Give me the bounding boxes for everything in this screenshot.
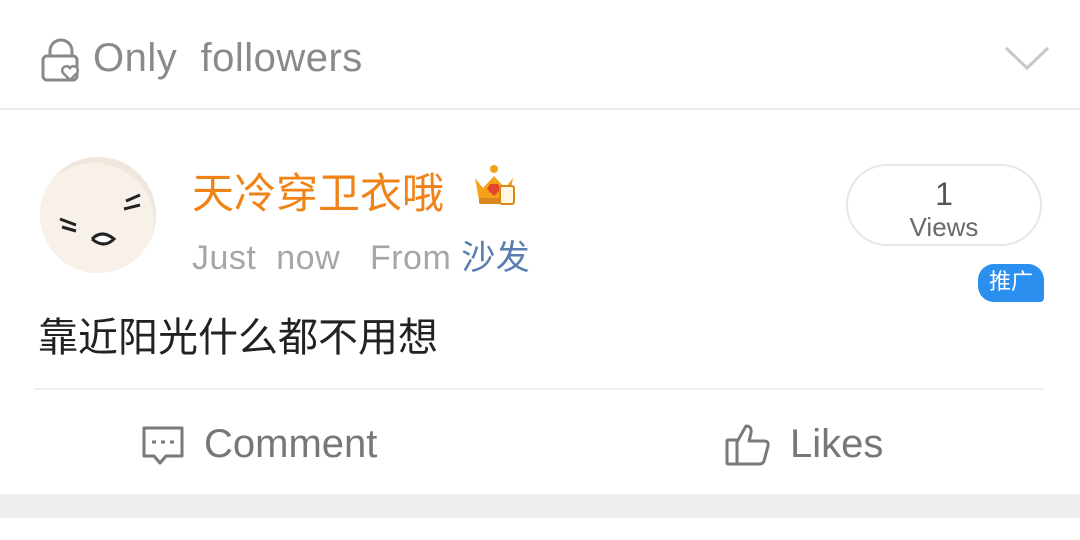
bottom-divider-band [0,494,1080,518]
comment-icon [142,426,184,465]
lock-heart-icon [41,38,79,82]
thumbs-up-icon [725,424,770,466]
visibility-selector[interactable]: Only followers [0,0,1080,110]
views-label: Views [909,212,979,242]
views-counter[interactable]: 1 Views [846,164,1042,246]
post-meta: Just now From 沙发 [192,230,530,279]
username[interactable]: 天冷穿卫衣哦 [192,160,444,221]
from-label: From [369,239,452,277]
divider [34,388,1044,390]
crown-icon [475,165,515,205]
promo-badge[interactable]: 推广 [978,264,1044,302]
post-text: 靠近阳光什么都不用想 [38,315,438,361]
post-source[interactable]: 沙发 [461,238,530,278]
views-count: 1 [935,176,953,212]
post-time: Just now [192,239,341,277]
avatar[interactable] [40,157,156,273]
visibility-label: Only followers [93,36,363,80]
post-card: 天冷穿卫衣哦 Just now From 沙发 1 Views 推广 靠近阳光什… [0,112,1080,494]
comment-label: Comment [204,422,378,466]
likes-label: Likes [790,422,884,466]
chevron-down-icon[interactable] [1002,40,1052,74]
